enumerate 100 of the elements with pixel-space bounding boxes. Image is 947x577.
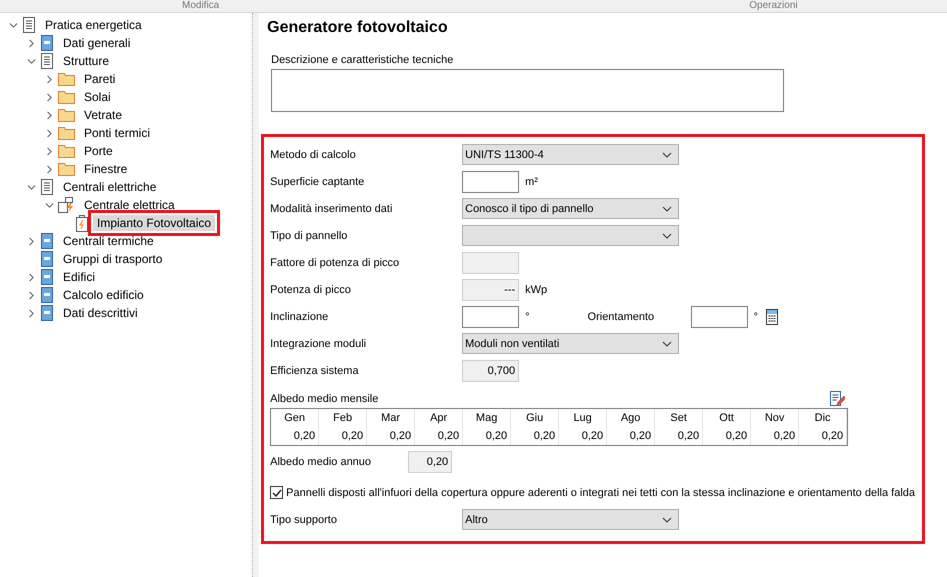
field-label: Metodo di calcolo — [270, 148, 357, 160]
readonly-field[interactable]: 0,700 — [462, 360, 520, 382]
form-icon — [40, 35, 54, 51]
table-header-cell-text: Mag — [474, 411, 498, 426]
tree-item[interactable]: Dati generali — [59, 35, 134, 51]
folder-icon — [58, 162, 75, 176]
tree-item[interactable]: Pareti — [80, 71, 120, 87]
table-header-cell-text: Feb — [332, 411, 354, 426]
tree-item[interactable]: Calcolo edificio — [59, 287, 148, 303]
table-header-cell-text: Apr — [429, 411, 448, 426]
field-label: Tipo supporto — [270, 514, 338, 526]
table-cell[interactable]: 0,20 — [511, 427, 558, 445]
checkbox[interactable] — [270, 486, 284, 499]
lightning-building-icon — [58, 197, 75, 213]
document-icon — [40, 179, 54, 195]
table-cell[interactable]: 0,20 — [751, 427, 798, 445]
form-icon — [40, 287, 54, 303]
dropdown[interactable]: UNI/TS 11300-4 — [462, 144, 680, 165]
unit-label: ° — [525, 310, 530, 322]
field-label: Integrazione moduli — [270, 338, 368, 350]
unit-label: kWp — [525, 284, 548, 296]
folder-icon — [58, 126, 75, 140]
readonly-field[interactable] — [462, 252, 520, 274]
page-title: Generatore fotovoltaico — [267, 19, 449, 37]
field-label: Efficienza sistema — [270, 364, 360, 376]
field-label: Superficie captante — [270, 176, 366, 188]
field-label: Tipo di pannello — [270, 230, 348, 242]
folder-icon — [58, 108, 75, 122]
dropdown-chevron-icon — [662, 232, 672, 238]
table-header-cell-text: Lug — [572, 411, 593, 426]
tree-item[interactable]: Porte — [80, 143, 117, 159]
folder-icon — [58, 72, 75, 86]
table-cell[interactable]: 0,20 — [703, 427, 750, 445]
field-label: Inclinazione — [270, 310, 330, 322]
table-cell[interactable]: 0,20 — [607, 427, 654, 445]
field-label: Orientamento — [588, 310, 656, 322]
document-icon — [22, 17, 36, 33]
dropdown-chevron-icon — [662, 152, 672, 158]
tree-item[interactable]: Centrali termiche — [59, 233, 158, 249]
field-label: Descrizione e caratteristiche tecniche — [271, 54, 454, 66]
dropdown-chevron-icon — [662, 206, 672, 212]
field-label: Albedo medio annuo — [270, 456, 372, 468]
tree-item[interactable]: Finestre — [80, 161, 132, 177]
unit-label: m² — [525, 176, 538, 188]
field-label: Albedo medio mensile — [270, 393, 378, 405]
tree-item[interactable]: Gruppi di trasporto — [59, 251, 166, 267]
dropdown[interactable]: Conosco il tipo di pannello — [462, 198, 680, 219]
tree-item[interactable]: Centrale elettrica — [80, 197, 179, 213]
readonly-field[interactable]: 0,20 — [408, 451, 452, 473]
tree-item[interactable]: Pratica energetica — [41, 17, 146, 33]
tree-item[interactable]: Edifici — [59, 269, 100, 285]
table-header-cell-text: Dic — [814, 411, 832, 426]
form-icon — [40, 305, 54, 321]
table-cell[interactable]: 0,20 — [799, 427, 846, 445]
table-header-cell-text: Mar — [380, 411, 402, 426]
tree-item[interactable]: Centrali elettriche — [59, 179, 160, 195]
form-icon — [40, 233, 54, 249]
field-label: Fattore di potenza di picco — [270, 256, 400, 268]
folder-icon — [58, 144, 75, 158]
unit-label: ° — [754, 310, 758, 322]
tree-item[interactable]: Vetrate — [80, 107, 126, 123]
table-cell[interactable]: 0,20 — [559, 427, 606, 445]
panel-header: Modifica — [182, 0, 220, 12]
dropdown[interactable]: Altro — [462, 509, 680, 530]
battery-icon — [76, 214, 88, 232]
calculator-icon[interactable] — [766, 308, 778, 324]
field-label: Modalità inserimento dati — [270, 202, 394, 214]
table-header-cell-text: Ott — [718, 411, 735, 426]
checkbox-label[interactable]: Pannelli disposti all'infuori della copertura oppure aderenti o integrati nei tetti con la stessa inclinazione e orientamento della falda — [286, 486, 915, 498]
dropdown-chevron-icon — [662, 516, 672, 522]
tree-item[interactable]: Ponti termici — [80, 125, 154, 141]
input-field[interactable] — [462, 170, 520, 192]
table-cell[interactable]: 0,20 — [367, 427, 414, 445]
tree-item[interactable]: Impianto Fotovoltaico — [93, 215, 216, 231]
readonly-field[interactable]: --- — [462, 278, 520, 300]
tree-item[interactable]: Strutture — [59, 53, 114, 69]
table-header-cell-text: Gen — [283, 411, 306, 426]
folder-icon — [58, 90, 75, 104]
document-icon — [40, 53, 54, 69]
panel-header: Operazioni — [749, 0, 798, 12]
form-icon — [40, 251, 54, 267]
table-cell[interactable]: 0,20 — [319, 427, 366, 445]
tree-item[interactable]: Solai — [80, 89, 115, 105]
table-header-cell-text: Set — [669, 411, 688, 426]
table-header-cell-text: Giu — [525, 411, 544, 426]
table-header-cell-text: Ago — [620, 411, 642, 426]
table-cell[interactable]: 0,20 — [271, 427, 318, 445]
tree-item[interactable]: Dati descrittivi — [59, 305, 142, 321]
input-field[interactable] — [690, 306, 748, 328]
edit-document-icon[interactable] — [829, 391, 845, 407]
input-field[interactable] — [462, 306, 520, 328]
description-field[interactable] — [271, 69, 784, 112]
dropdown[interactable]: Moduli non ventilati — [462, 333, 680, 354]
table-cell[interactable]: 0,20 — [415, 427, 462, 445]
form-icon — [40, 269, 54, 285]
table-header-cell-text: Nov — [764, 411, 786, 426]
field-label: Potenza di picco — [270, 284, 352, 296]
table-cell[interactable]: 0,20 — [463, 427, 510, 445]
table-cell[interactable]: 0,20 — [655, 427, 702, 445]
dropdown-chevron-icon — [662, 340, 672, 346]
